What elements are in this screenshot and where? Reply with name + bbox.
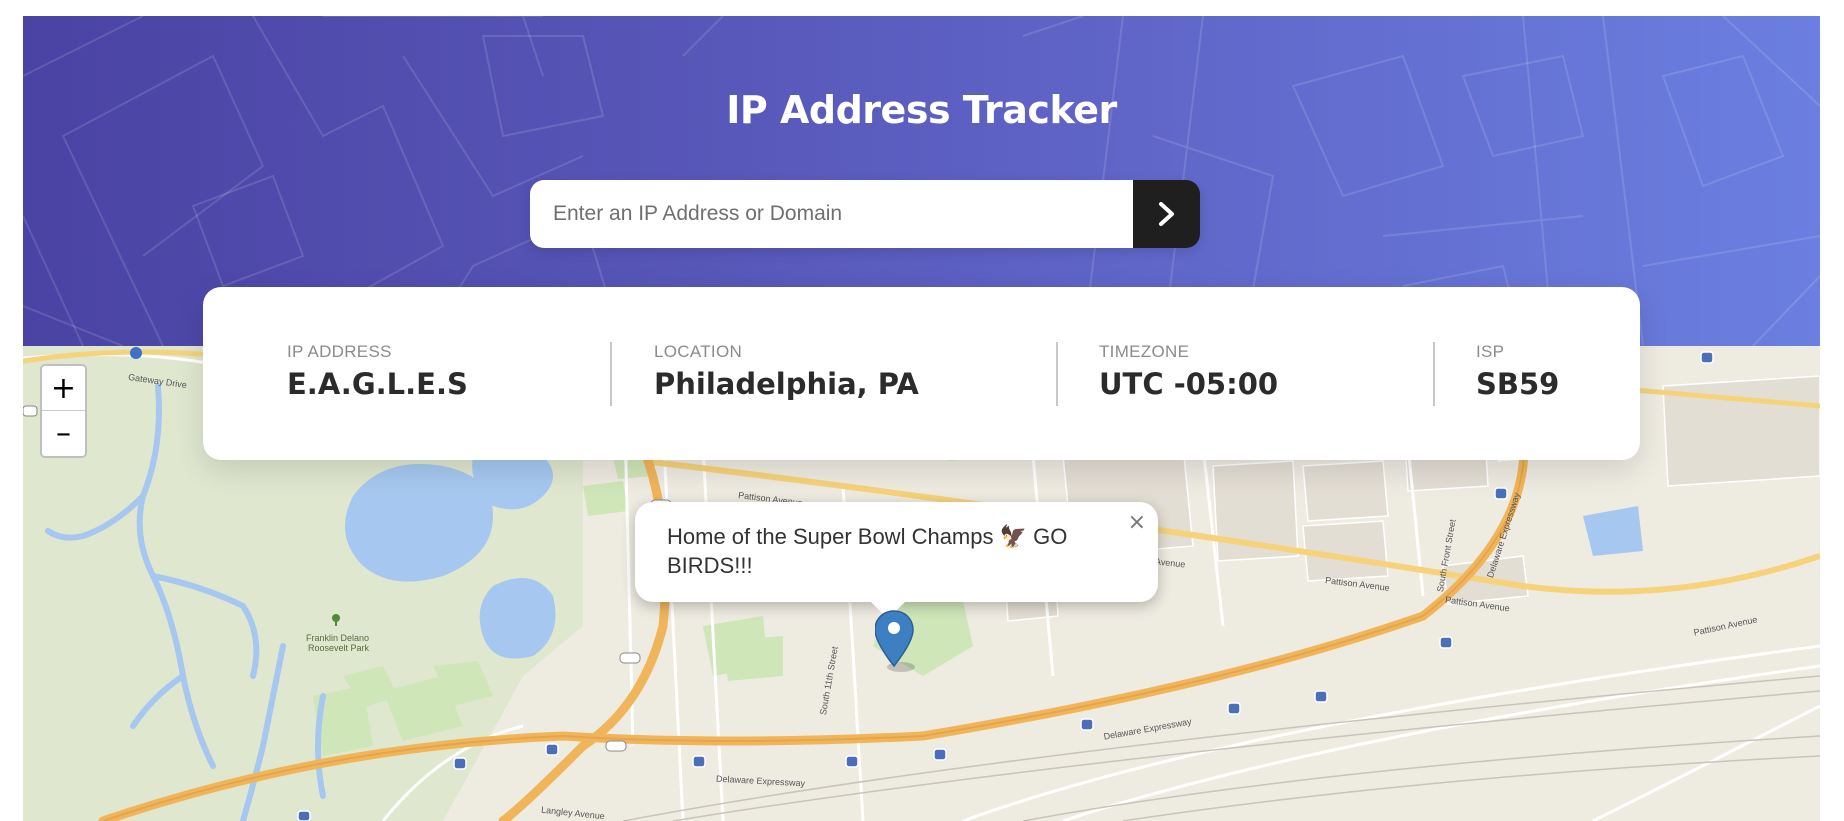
info-divider bbox=[1433, 342, 1435, 406]
map-label-park-line-1: Franklin Delano bbox=[306, 633, 370, 643]
isp-label: ISP bbox=[1476, 342, 1505, 361]
page-title: IP Address Tracker bbox=[726, 88, 1117, 132]
info-divider bbox=[1056, 342, 1058, 406]
search-submit-button[interactable] bbox=[1133, 180, 1200, 248]
info-divider bbox=[610, 342, 612, 406]
map-label-park-line-2: Roosevelt Park bbox=[308, 643, 370, 653]
zoom-out-button[interactable]: – bbox=[42, 411, 85, 456]
popup-message: Home of the Super Bowl Champs 🦅 GO BIRDS… bbox=[667, 524, 1068, 578]
map-popup: Home of the Super Bowl Champs 🦅 GO BIRDS… bbox=[635, 502, 1158, 619]
app-frame: IP Address Tracker Enter an IP Address o… bbox=[23, 16, 1820, 821]
search-bar bbox=[530, 180, 1200, 248]
isp-value: SB59 bbox=[1476, 367, 1560, 401]
zoom-control: + – bbox=[40, 364, 87, 458]
timezone-label: TIMEZONE bbox=[1099, 342, 1190, 361]
ip-info-card: IP ADDRESS E.A.G.L.E.S LOCATION Philadel… bbox=[203, 287, 1640, 460]
popup-close-button[interactable]: × bbox=[1128, 510, 1146, 535]
ip-address-value: E.A.G.L.E.S bbox=[287, 367, 468, 401]
chevron-right-icon bbox=[1158, 202, 1174, 226]
zoom-in-button[interactable]: + bbox=[42, 366, 85, 411]
ip-address-label: IP ADDRESS bbox=[287, 342, 392, 361]
location-marker-icon[interactable] bbox=[875, 609, 919, 673]
location-value: Philadelphia, PA bbox=[654, 367, 919, 401]
search-input[interactable] bbox=[530, 180, 1133, 248]
location-label: LOCATION bbox=[654, 342, 743, 361]
timezone-value: UTC -05:00 bbox=[1099, 367, 1279, 401]
